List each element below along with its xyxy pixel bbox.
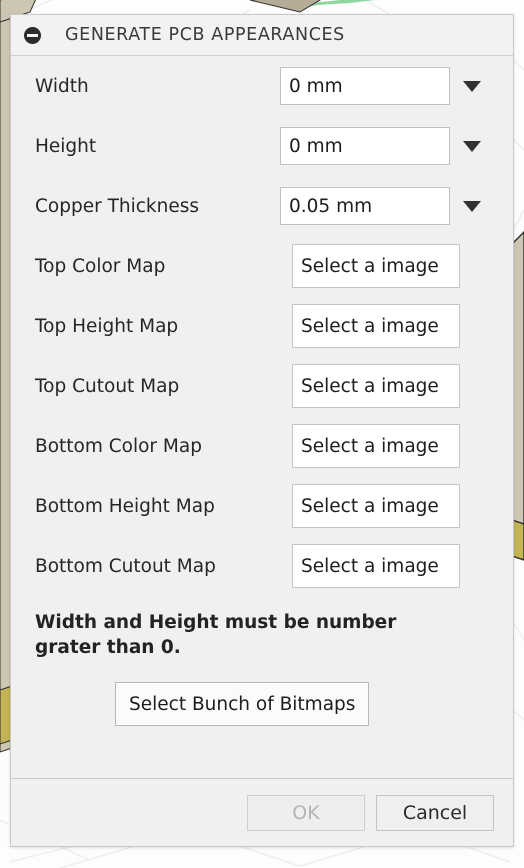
- bunch-button-row: Select Bunch of Bitmaps: [11, 660, 513, 726]
- chevron-down-icon[interactable]: [461, 127, 483, 165]
- combo-copper-thickness[interactable]: [280, 187, 483, 225]
- form-row-top-color-map: Top Color Map Select a image: [11, 236, 513, 296]
- form-row-width: Width: [11, 56, 513, 116]
- select-bottom-cutout-map-button[interactable]: Select a image: [292, 544, 460, 588]
- select-bunch-of-bitmaps-button[interactable]: Select Bunch of Bitmaps: [115, 682, 370, 726]
- label-top-color-map: Top Color Map: [35, 255, 166, 277]
- height-input[interactable]: [280, 127, 450, 165]
- form-row-bottom-height-map: Bottom Height Map Select a image: [11, 476, 513, 536]
- form-row-height: Height: [11, 116, 513, 176]
- label-bottom-cutout-map: Bottom Cutout Map: [35, 555, 216, 577]
- select-bottom-color-map-button[interactable]: Select a image: [292, 424, 460, 468]
- validation-warning: Width and Height must be number grater t…: [35, 612, 397, 658]
- label-width: Width: [35, 75, 89, 97]
- collapse-circle-icon[interactable]: [24, 26, 41, 44]
- label-top-cutout-map: Top Cutout Map: [35, 375, 180, 397]
- form-row-bottom-cutout-map: Bottom Cutout Map Select a image: [11, 536, 513, 596]
- width-input[interactable]: [280, 67, 450, 105]
- select-top-height-map-button[interactable]: Select a image: [292, 304, 460, 348]
- label-bottom-height-map: Bottom Height Map: [35, 495, 215, 517]
- dialog-footer: OK Cancel: [11, 778, 513, 846]
- combo-height[interactable]: [280, 127, 483, 165]
- copper-thickness-input[interactable]: [280, 187, 450, 225]
- dialog-titlebar[interactable]: GENERATE PCB APPEARANCES: [11, 15, 513, 56]
- label-top-height-map: Top Height Map: [35, 315, 179, 337]
- select-top-cutout-map-button[interactable]: Select a image: [292, 364, 460, 408]
- chevron-down-icon[interactable]: [461, 67, 483, 105]
- select-top-color-map-button[interactable]: Select a image: [292, 244, 460, 288]
- dialog-title: GENERATE PCB APPEARANCES: [65, 25, 345, 45]
- form-row-top-cutout-map: Top Cutout Map Select a image: [11, 356, 513, 416]
- label-height: Height: [35, 135, 97, 157]
- form-row-bottom-color-map: Bottom Color Map Select a image: [11, 416, 513, 476]
- form-row-top-height-map: Top Height Map Select a image: [11, 296, 513, 356]
- generate-pcb-appearances-dialog: GENERATE PCB APPEARANCES Width Height: [10, 14, 514, 847]
- label-copper-thickness: Copper Thickness: [35, 195, 200, 217]
- form-row-copper-thickness: Copper Thickness: [11, 176, 513, 236]
- cancel-button[interactable]: Cancel: [376, 794, 494, 831]
- dialog-body: Width Height Copper Thickness: [11, 56, 513, 778]
- label-bottom-color-map: Bottom Color Map: [35, 435, 202, 457]
- ok-button[interactable]: OK: [247, 794, 365, 831]
- chevron-down-icon[interactable]: [461, 187, 483, 225]
- select-bottom-height-map-button[interactable]: Select a image: [292, 484, 460, 528]
- combo-width[interactable]: [280, 67, 483, 105]
